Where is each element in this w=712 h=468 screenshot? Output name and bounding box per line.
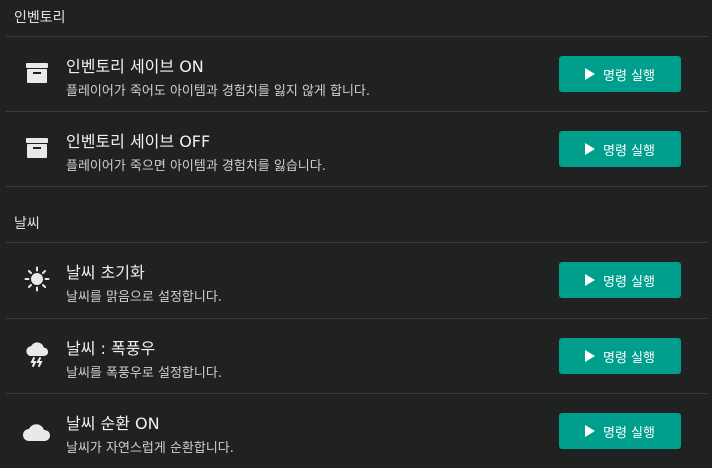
section-header-weather: 날씨 [14,216,40,232]
divider [6,186,708,187]
button-label: 명령 실행 [603,274,655,290]
play-icon [585,68,595,80]
archive-icon [22,58,52,88]
play-icon [585,350,595,362]
item-description: 날씨를 폭풍우로 설정합니다. [66,366,222,381]
run-command-button[interactable]: 명령 실행 [559,338,681,374]
button-label: 명령 실행 [603,68,655,84]
list-item-weather-reset: 날씨 초기화 날씨를 맑음으로 설정합니다. 명령 실행 [0,243,712,317]
list-item-weather-storm: 날씨 : 폭풍우 날씨를 폭풍우로 설정합니다. 명령 실행 [0,319,712,393]
list-item-inventory-save-off: 인벤토리 세이브 OFF 플레이어가 죽으면 아이템과 경험치를 잃습니다. 명… [0,112,712,186]
cloud-icon [22,417,52,447]
item-title: 날씨 초기화 [66,263,145,282]
run-command-button[interactable]: 명령 실행 [559,262,681,298]
button-label: 명령 실행 [603,143,655,159]
storm-icon [22,340,52,370]
run-command-button[interactable]: 명령 실행 [559,131,681,167]
item-title: 인벤토리 세이브 ON [66,57,204,76]
sun-icon [22,264,52,294]
item-title: 날씨 순환 ON [66,414,160,433]
list-item-inventory-save-on: 인벤토리 세이브 ON 플레이어가 죽어도 아이템과 경험치를 잃지 않게 합니… [0,37,712,111]
list-item-weather-cycle-on: 날씨 순환 ON 날씨가 자연스럽게 순환합니다. 명령 실행 [0,394,712,468]
archive-icon [22,133,52,163]
item-description: 날씨를 맑음으로 설정합니다. [66,290,222,305]
item-description: 플레이어가 죽으면 아이템과 경험치를 잃습니다. [66,159,326,174]
play-icon [585,425,595,437]
run-command-button[interactable]: 명령 실행 [559,413,681,449]
play-icon [585,274,595,286]
item-description: 날씨가 자연스럽게 순환합니다. [66,441,234,456]
item-title: 인벤토리 세이브 OFF [66,132,211,151]
button-label: 명령 실행 [603,350,655,366]
item-description: 플레이어가 죽어도 아이템과 경험치를 잃지 않게 합니다. [66,84,371,99]
button-label: 명령 실행 [603,425,655,441]
play-icon [585,143,595,155]
item-title: 날씨 : 폭풍우 [66,339,156,358]
run-command-button[interactable]: 명령 실행 [559,56,681,92]
section-header-inventory: 인벤토리 [14,10,66,26]
